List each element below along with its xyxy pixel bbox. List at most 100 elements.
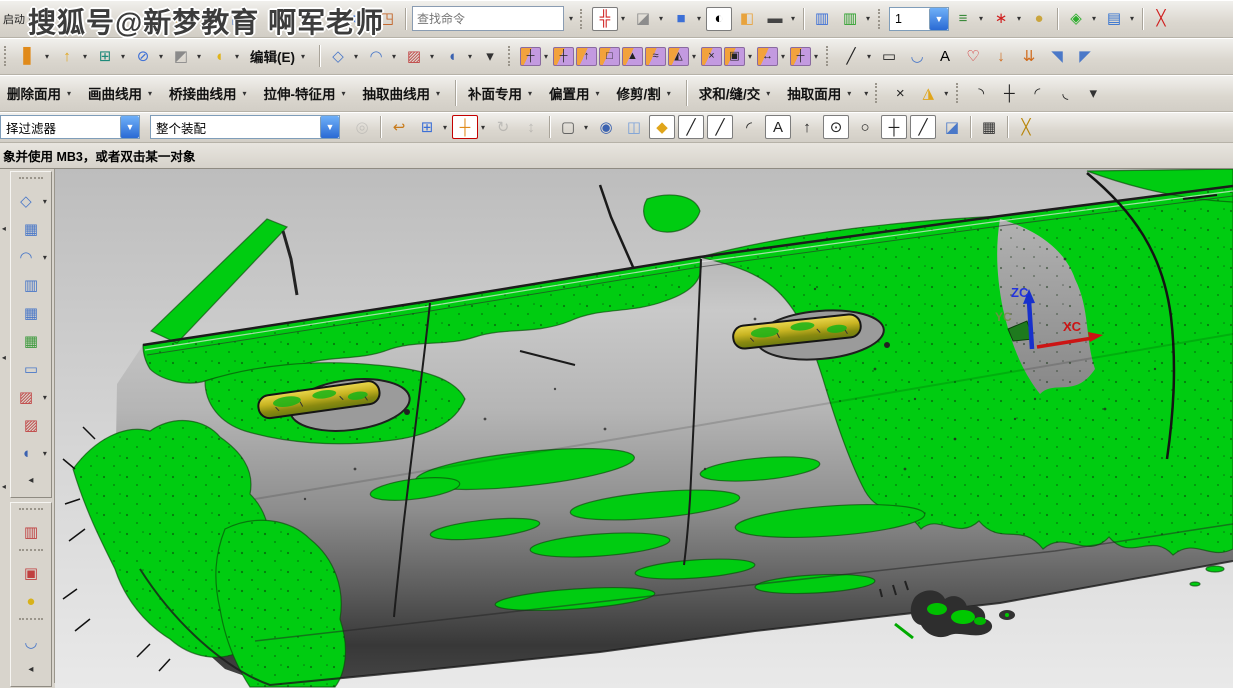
measure-icon-dropdown[interactable]: ▾ — [1127, 14, 1137, 23]
linear-dimension-icon-dropdown[interactable]: ▾ — [778, 52, 788, 61]
surface-book-icon-dropdown[interactable]: ▾ — [40, 449, 50, 458]
mid-point-icon[interactable]: ╱ — [707, 115, 733, 139]
display-mode-icon[interactable]: ◪ — [630, 7, 656, 31]
viewport-3d[interactable]: ZC YC XC — [55, 169, 1233, 688]
shaded-view-icon-dropdown[interactable]: ▾ — [694, 14, 704, 23]
snap-enable-icon[interactable]: ┼ — [452, 115, 478, 139]
heart-curve-icon[interactable]: ♡ — [960, 44, 986, 68]
section-analysis-icon[interactable]: ╳ — [1148, 7, 1174, 31]
project-curve-icon[interactable]: ↓ — [988, 44, 1014, 68]
four-point-surface-icon-dropdown[interactable]: ▾ — [351, 52, 361, 61]
reflection-comb-icon[interactable]: ◟ — [1052, 81, 1078, 105]
offset-face-icon-dropdown[interactable]: ▾ — [80, 52, 90, 61]
select-filter-arrow-icon[interactable]: ↩ — [386, 115, 412, 139]
flow-surface-icon[interactable]: ◡ — [17, 629, 45, 655]
work-layer-combo[interactable]: 1 ▼ — [889, 7, 949, 31]
edit-section-icon[interactable]: ▥ — [837, 7, 863, 31]
line-icon-dropdown[interactable]: ▾ — [864, 52, 874, 61]
swept-surface-icon-dropdown[interactable]: ▾ — [40, 253, 50, 262]
object-display-icon[interactable]: ● — [1026, 7, 1052, 31]
pull-face-icon[interactable]: ┼ — [553, 47, 574, 66]
edit-menu-dropdown[interactable]: ▾ — [298, 52, 308, 61]
start-menu-dropdown[interactable]: ▾ — [25, 14, 35, 23]
highlight-body-icon[interactable]: ◫ — [621, 115, 647, 139]
extrude-icon[interactable]: ▋ — [16, 44, 42, 68]
block-icon[interactable]: ◩ — [168, 44, 194, 68]
flattening-icon-dropdown[interactable]: ▾ — [465, 52, 475, 61]
surface-book-icon[interactable]: ◖ — [12, 440, 40, 466]
tab-extract-face-dropdown[interactable]: ▾ — [844, 89, 854, 98]
dock-collapse-arrow[interactable]: ◂ — [2, 224, 6, 233]
studio-surface-icon[interactable]: ▨ — [401, 44, 427, 68]
collapse-arrow[interactable]: ◂ — [17, 468, 45, 494]
open-icon[interactable]: ▤ — [169, 7, 195, 31]
deviation-gauge-icon[interactable]: ◝ — [968, 81, 994, 105]
ruled-surface-icon-dropdown[interactable]: ▾ — [389, 52, 399, 61]
collapse-arrow-2[interactable]: ◂ — [17, 657, 45, 683]
tab-bridge-curve[interactable]: 桥接曲线用▾ — [162, 80, 257, 106]
vertex-display-icon[interactable]: ∗ — [988, 7, 1014, 31]
edit-section-icon-dropdown[interactable]: ▾ — [863, 14, 873, 23]
tab-patch-face-dropdown[interactable]: ▾ — [525, 89, 535, 98]
arc-center-icon[interactable]: ↑ — [794, 115, 820, 139]
trimmed-surface-icon[interactable]: ▣ — [17, 560, 45, 586]
trim-body-icon-dropdown[interactable]: ▾ — [156, 52, 166, 61]
window-icon[interactable]: ▣ — [225, 7, 251, 31]
point-on-surface-icon[interactable]: ◪ — [939, 115, 965, 139]
tab-patch-face[interactable]: 补面专用▾ — [461, 80, 542, 106]
tab-overflow-dropdown[interactable]: ▾ — [861, 89, 871, 98]
unite-boolean-icon-dropdown[interactable]: ▾ — [118, 52, 128, 61]
analysis-overflow-dropdown[interactable]: ▾ — [1080, 81, 1106, 105]
label-notch-face-icon[interactable]: ◭ — [668, 47, 689, 66]
add-to-selection-icon-dropdown[interactable]: ▾ — [440, 123, 450, 132]
tab-delete-face[interactable]: 删除面用▾ — [0, 80, 81, 106]
draft-analysis-icon-dropdown[interactable]: ▾ — [941, 89, 951, 98]
curvature-comb-icon[interactable]: ◜ — [1024, 81, 1050, 105]
highlight-lines-icon[interactable]: ┼ — [996, 81, 1022, 105]
block-icon-dropdown[interactable]: ▾ — [194, 52, 204, 61]
surface-overflow-dropdown[interactable]: ▾ — [477, 44, 503, 68]
layer-settings-icon[interactable]: ≡ — [950, 7, 976, 31]
tab-extract-curve[interactable]: 抽取曲线用▾ — [356, 80, 451, 106]
shell-icon-dropdown[interactable]: ▾ — [232, 52, 242, 61]
move-face-icon[interactable]: ┼ — [520, 47, 541, 66]
four-point-surface-icon[interactable]: ◇ — [12, 188, 40, 214]
quick-pick-icon[interactable]: ◉ — [593, 115, 619, 139]
dock-collapse-arrow[interactable]: ◂ — [2, 482, 6, 491]
move-face-alt-icon[interactable]: ┼ — [790, 47, 811, 66]
tab-trim-cut[interactable]: 修剪/割▾ — [610, 80, 681, 106]
intersection-point-icon[interactable]: ┼ — [881, 115, 907, 139]
tab-offset-dropdown[interactable]: ▾ — [593, 89, 603, 98]
trim-body-icon[interactable]: ⊘ — [130, 44, 156, 68]
selection-scope-combo[interactable]: 整个装配 ▼ — [150, 115, 340, 139]
rectangle-icon[interactable]: ▭ — [876, 44, 902, 68]
copy-face-icon[interactable]: ▣ — [724, 47, 745, 66]
fit-surface-icon[interactable]: ▦ — [17, 216, 45, 242]
fit-view-icon-dropdown[interactable]: ▾ — [618, 14, 628, 23]
delete-face-icon[interactable]: × — [701, 47, 722, 66]
linear-dimension-icon[interactable]: ↔ — [757, 47, 778, 66]
save-icon[interactable]: ▣ — [197, 7, 223, 31]
window-style-icon[interactable]: ▬ — [762, 7, 788, 31]
line-icon[interactable]: ╱ — [838, 44, 864, 68]
start-menu-button[interactable]: 启动▾ — [0, 11, 38, 27]
studio-surface-icon-dropdown[interactable]: ▾ — [427, 52, 437, 61]
role-palette-icon-dropdown[interactable]: ▾ — [325, 14, 335, 23]
tab-unite-sew[interactable]: 求和/缝/交▾ — [692, 80, 781, 106]
through-curve-mesh-icon[interactable]: ▦ — [17, 300, 45, 326]
bounded-plane-icon[interactable]: ▭ — [17, 356, 45, 382]
tab-extract-curve-dropdown[interactable]: ▾ — [433, 89, 443, 98]
show-hide-icon-dropdown[interactable]: ▾ — [1089, 14, 1099, 23]
ribbon-surface-icon[interactable]: ▥ — [17, 519, 45, 545]
fit-view-icon[interactable]: ╬ — [592, 7, 618, 31]
extrude-icon-dropdown[interactable]: ▾ — [42, 52, 52, 61]
tab-extract-face[interactable]: 抽取面用▾ — [780, 80, 861, 106]
selection-filter-combo[interactable]: 择过滤器 ▼ — [0, 115, 140, 139]
text-icon[interactable]: A — [932, 44, 958, 68]
offset-face-icon[interactable]: ↑ — [54, 44, 80, 68]
tab-delete-face-dropdown[interactable]: ▾ — [64, 89, 74, 98]
point-on-curve-icon[interactable]: ╱ — [910, 115, 936, 139]
command-finder-input[interactable] — [413, 12, 576, 26]
label-notch-face-icon-dropdown[interactable]: ▾ — [689, 52, 699, 61]
tab-trim-cut-dropdown[interactable]: ▾ — [664, 89, 674, 98]
